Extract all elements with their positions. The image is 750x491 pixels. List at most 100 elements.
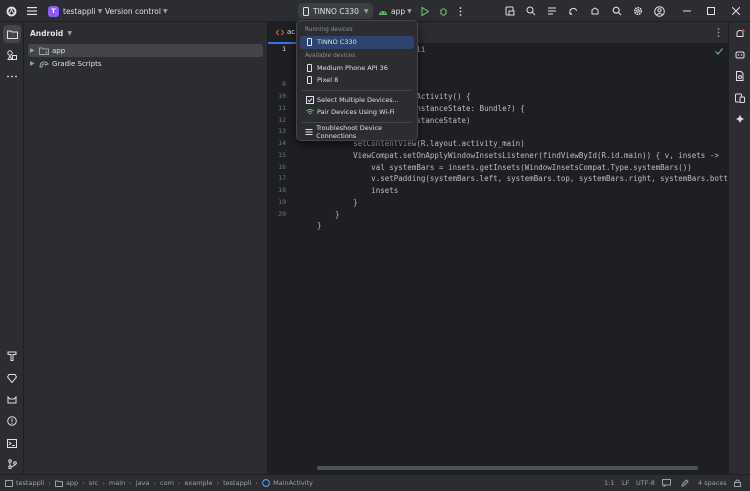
shapes-icon: [7, 50, 17, 60]
lock-icon[interactable]: [734, 479, 741, 487]
line-number: [268, 68, 292, 80]
device-dropdown: Running devices TINNO C330 Available dev…: [296, 20, 418, 141]
project-name: testappli: [63, 6, 96, 16]
select-multiple-devices-option[interactable]: Select Multiple Devices...: [300, 94, 414, 107]
breadcrumb-item[interactable]: testappli: [223, 479, 251, 487]
running-devices-header: Running devices: [305, 27, 353, 33]
device-option-medium-phone[interactable]: Medium Phone API 36: [300, 62, 414, 75]
wifi-icon: [305, 108, 314, 116]
android-icon: [378, 8, 388, 15]
layout-inspector-button[interactable]: [547, 0, 557, 22]
notifications-button[interactable]: [732, 26, 748, 42]
resource-manager-button[interactable]: [3, 46, 21, 64]
breadcrumb-item[interactable]: app: [66, 479, 78, 487]
line-number: 15: [278, 150, 286, 159]
available-devices-header: Available devices: [305, 52, 356, 59]
horizontal-scrollbar[interactable]: [317, 466, 698, 470]
debug-button[interactable]: [439, 0, 448, 22]
version-control-menu[interactable]: Version control ▼: [105, 0, 168, 22]
gradle-sync-button[interactable]: [568, 0, 578, 22]
breadcrumb-item[interactable]: java: [136, 479, 150, 487]
device-manager-button[interactable]: [505, 0, 515, 22]
comment-icon[interactable]: [662, 479, 671, 487]
phone-icon: [303, 6, 309, 16]
left-tool-strip: [0, 22, 24, 474]
xml-icon: [276, 29, 284, 36]
gear-icon: [633, 6, 643, 16]
build-tool-button[interactable]: [3, 347, 21, 365]
device-selector[interactable]: TINNO C330 ▼: [298, 3, 374, 19]
search-button[interactable]: [612, 0, 622, 22]
assistant-icon: [735, 50, 745, 60]
line-number: 18: [278, 186, 286, 194]
indent-setting[interactable]: 4 spaces: [698, 479, 727, 487]
edit-icon[interactable]: [681, 479, 689, 487]
project-panel: Android ▼ ▶ app ▶ Gradle Scripts: [24, 22, 268, 474]
run-button[interactable]: [421, 0, 429, 22]
tree-item-gradle-scripts[interactable]: ▶ Gradle Scripts: [24, 57, 267, 70]
caret-position[interactable]: 1:1: [604, 479, 614, 487]
more-actions-button[interactable]: [459, 0, 462, 22]
device-option-label: Pixel 8: [317, 76, 339, 85]
pair-devices-wifi-option[interactable]: Pair Devices Using Wi-Fi: [300, 106, 414, 119]
breadcrumb-item[interactable]: example: [185, 479, 213, 487]
account-button[interactable]: [654, 0, 665, 22]
sdk-manager-button[interactable]: [590, 0, 600, 22]
device-option-label: TINNO C330: [317, 38, 357, 47]
tree-item-app[interactable]: ▶ app: [28, 44, 263, 57]
device-manager-icon: [505, 6, 515, 16]
ai-assistant-button[interactable]: [732, 111, 748, 127]
tab-more-button[interactable]: [717, 28, 720, 39]
file-encoding[interactable]: UTF-8: [636, 479, 655, 487]
device-option-tinno-c330[interactable]: TINNO C330: [300, 36, 414, 49]
gradle-sync-icon: [568, 6, 578, 16]
logcat-tool-button[interactable]: [3, 391, 21, 409]
line-number: 11: [278, 103, 286, 112]
running-devices-button[interactable]: [732, 90, 748, 106]
breadcrumb-item[interactable]: com: [160, 479, 174, 487]
troubleshoot-connections-option[interactable]: Troubleshoot Device Connections: [300, 124, 414, 140]
problems-tool-button[interactable]: [3, 412, 21, 430]
tree-item-label: Gradle Scripts: [52, 59, 102, 68]
breadcrumb-item[interactable]: src: [89, 479, 99, 487]
version-control-tool-button[interactable]: [3, 455, 21, 473]
project-tool-button[interactable]: [3, 25, 21, 43]
run-config-selector[interactable]: app ▼: [378, 0, 412, 22]
hammer-icon: [7, 351, 17, 361]
breadcrumb-item[interactable]: main: [109, 479, 125, 487]
chevron-down-icon: ▼: [162, 7, 168, 15]
main-menu-icon[interactable]: [27, 0, 37, 22]
device-option-pixel-8[interactable]: Pixel 8: [300, 74, 414, 87]
breadcrumb-item[interactable]: testappli: [16, 479, 44, 487]
quality-tool-button[interactable]: [3, 369, 21, 387]
project-switcher[interactable]: T testappli ▼: [48, 0, 102, 22]
breadcrumb-item[interactable]: MainActivity: [273, 479, 313, 487]
chevron-right-icon[interactable]: ▶: [30, 47, 39, 54]
gemini-button[interactable]: [732, 47, 748, 63]
folder-icon: [6, 30, 18, 39]
app-inspection-button[interactable]: [526, 0, 536, 22]
breadcrumb-separator: ›: [177, 479, 181, 487]
line-separator[interactable]: LF: [622, 479, 629, 487]
right-tool-strip: [728, 22, 750, 474]
code-line: insets: [317, 186, 399, 195]
dropdown-separator: [302, 89, 412, 91]
phone-icon: [305, 76, 314, 85]
more-tools-button[interactable]: [3, 67, 21, 85]
maximize-button[interactable]: [707, 0, 715, 22]
settings-button[interactable]: [633, 0, 643, 22]
close-button[interactable]: [732, 0, 740, 22]
project-view-selector[interactable]: Android ▼: [24, 22, 267, 44]
android-studio-logo-icon[interactable]: [6, 0, 17, 22]
device-file-explorer-button[interactable]: [732, 68, 748, 84]
gradle-icon: [39, 60, 49, 68]
run-icon: [421, 6, 429, 16]
line-number: 17: [278, 174, 286, 183]
breadcrumb-separator: ›: [129, 479, 132, 487]
minimize-button[interactable]: [683, 0, 691, 22]
terminal-tool-button[interactable]: [3, 434, 21, 452]
chevron-right-icon[interactable]: ▶: [30, 60, 39, 67]
code-line: }: [317, 197, 358, 207]
tab-label: ac: [287, 28, 296, 36]
sdk-icon: [590, 6, 600, 16]
